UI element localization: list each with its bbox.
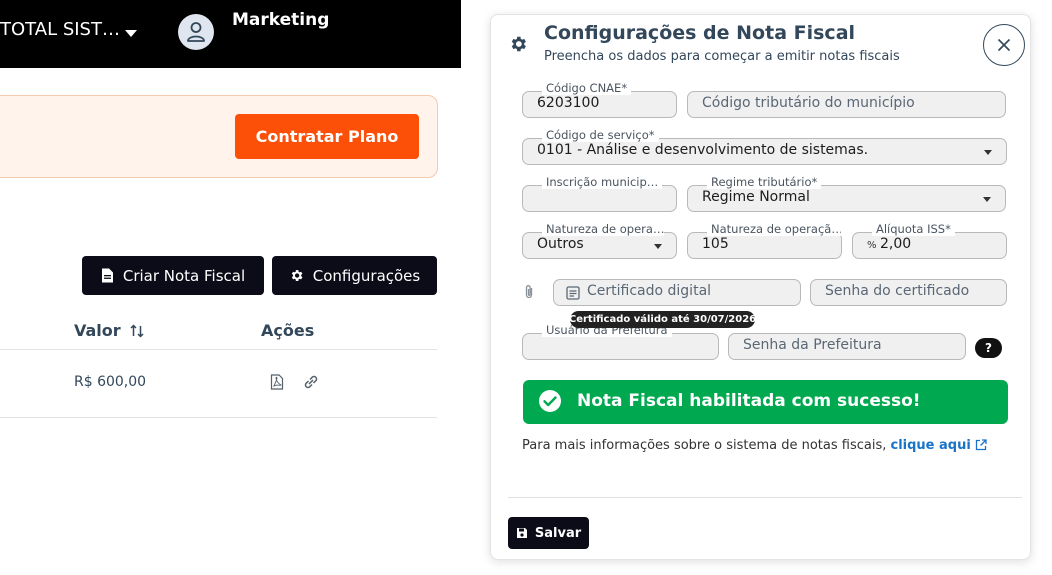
- tax-regime-select[interactable]: Regime tributário* Regime Normal: [687, 176, 1006, 212]
- percent-prefix: %: [867, 240, 877, 251]
- service-code-label: Código de serviço*: [542, 129, 659, 142]
- settings-button[interactable]: Configurações: [272, 256, 437, 295]
- certificate-password-field[interactable]: Senha do certificado: [810, 279, 1007, 306]
- gear-icon: [511, 36, 526, 52]
- certificate-icon: [566, 286, 580, 300]
- cnae-label: Código CNAE*: [542, 82, 632, 95]
- close-icon: [997, 38, 1011, 52]
- panel-footer-divider: [508, 497, 1022, 498]
- caret-down-icon[interactable]: [125, 30, 137, 37]
- panel-title: Configurações de Nota Fiscal: [544, 22, 856, 44]
- operation-nature-label: Natureza de opera…: [542, 223, 664, 236]
- info-text: Para mais informações sobre o sistema de…: [522, 438, 987, 453]
- certificate-validity-tooltip: Certificado válido até 30/07/2026: [569, 311, 756, 328]
- gear-icon: [291, 270, 303, 281]
- department-name: Marketing: [232, 10, 330, 30]
- success-alert: Nota Fiscal habilitada com sucesso!: [523, 380, 1008, 424]
- cnae-value: 6203100: [537, 95, 600, 111]
- table-cell-valor: R$ 600,00: [74, 374, 147, 390]
- save-icon: [516, 528, 527, 538]
- iss-rate-label: Alíquota ISS*: [872, 223, 955, 236]
- city-hall-password-placeholder: Senha da Prefeitura: [743, 337, 882, 353]
- municipal-registration-label: Inscrição municip…: [542, 176, 663, 189]
- close-button[interactable]: [983, 24, 1025, 66]
- pdf-icon[interactable]: [270, 374, 284, 390]
- city-hall-password-field[interactable]: Senha da Prefeitura: [728, 333, 966, 360]
- tax-regime-label: Regime tributário*: [707, 176, 822, 189]
- city-hall-user-field[interactable]: Usuário da Prefeitura: [522, 324, 719, 360]
- avatar[interactable]: [178, 14, 214, 50]
- panel-subtitle: Preencha os dados para começar a emitir …: [544, 49, 900, 64]
- save-button[interactable]: Salvar: [508, 517, 589, 549]
- learn-more-link[interactable]: clique aqui: [891, 438, 971, 453]
- municipal-tax-code-field[interactable]: Código tributário do município: [687, 91, 1006, 118]
- municipal-tax-code-placeholder: Código tributário do município: [702, 95, 915, 111]
- cnae-field[interactable]: Código CNAE* 6203100: [522, 82, 677, 118]
- success-message: Nota Fiscal habilitada com sucesso!: [577, 391, 921, 411]
- document-icon: [101, 268, 113, 283]
- contract-plan-button[interactable]: Contratar Plano: [235, 114, 419, 159]
- service-code-select[interactable]: Código de serviço* 0101 - Análise e dese…: [522, 129, 1007, 165]
- create-invoice-button[interactable]: Criar Nota Fiscal: [82, 256, 264, 295]
- paperclip-icon[interactable]: [523, 284, 535, 300]
- column-header-acoes: Ações: [261, 321, 315, 340]
- operation-nature-select[interactable]: Natureza de opera… Outros: [522, 223, 677, 259]
- operation-nature-value: Outros: [537, 236, 584, 252]
- help-button[interactable]: ?: [975, 338, 1002, 358]
- table-header-divider: [0, 349, 437, 350]
- chevron-down-icon: [654, 244, 662, 249]
- link-icon[interactable]: [302, 374, 320, 390]
- save-label: Salvar: [534, 525, 582, 541]
- service-code-value: 0101 - Análise e desenvolvimento de sist…: [537, 142, 869, 158]
- chevron-down-icon: [983, 197, 991, 202]
- settings-label: Configurações: [312, 266, 421, 285]
- table-row-divider: [0, 417, 437, 418]
- operation-nature-code-label: Natureza de operaçã…: [707, 223, 841, 236]
- user-icon: [187, 22, 205, 42]
- table-row-actions: [270, 374, 320, 390]
- chevron-down-icon: [984, 150, 992, 155]
- external-link-icon[interactable]: [975, 439, 987, 451]
- check-circle-icon: [539, 390, 561, 412]
- digital-certificate-placeholder: Certificado digital: [587, 283, 712, 299]
- certificate-password-placeholder: Senha do certificado: [825, 283, 970, 299]
- municipal-registration-field[interactable]: Inscrição municip…: [522, 176, 677, 212]
- create-invoice-label: Criar Nota Fiscal: [122, 266, 246, 285]
- iss-rate-value: 2,00: [880, 236, 912, 252]
- digital-certificate-field[interactable]: Certificado digital: [553, 279, 801, 306]
- sort-icon[interactable]: [129, 323, 145, 339]
- company-selector[interactable]: TOTAL SIST…: [0, 19, 120, 40]
- operation-nature-code-value: 105: [702, 236, 729, 252]
- tax-regime-value: Regime Normal: [702, 189, 810, 205]
- iss-rate-field[interactable]: Alíquota ISS* % 2,00: [852, 223, 1007, 259]
- operation-nature-code-field[interactable]: Natureza de operaçã… 105: [687, 223, 842, 259]
- column-header-valor[interactable]: Valor: [74, 321, 145, 340]
